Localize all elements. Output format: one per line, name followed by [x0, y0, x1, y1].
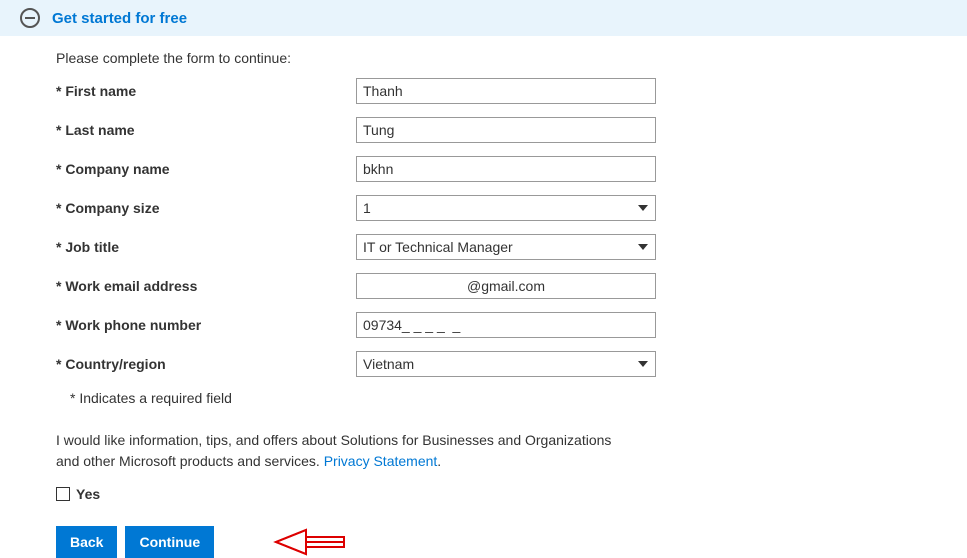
button-row: Back Continue: [56, 526, 911, 558]
select-company-size[interactable]: 1: [356, 195, 656, 221]
label-work-email: * Work email address: [56, 278, 356, 294]
label-company-size: * Company size: [56, 200, 356, 216]
row-company-name: * Company name: [56, 156, 911, 182]
input-first-name[interactable]: [356, 78, 656, 104]
input-company-name[interactable]: [356, 156, 656, 182]
minus-icon: [25, 17, 35, 19]
input-work-phone[interactable]: [356, 312, 656, 338]
consent-text: I would like information, tips, and offe…: [56, 430, 616, 472]
input-last-name[interactable]: [356, 117, 656, 143]
banner[interactable]: Get started for free: [0, 0, 967, 36]
label-job-title: * Job title: [56, 239, 356, 255]
required-note: * Indicates a required field: [70, 390, 911, 406]
input-work-email[interactable]: [356, 273, 656, 299]
back-button[interactable]: Back: [56, 526, 117, 558]
checkbox-yes[interactable]: [56, 487, 70, 501]
form-area: Please complete the form to continue: * …: [0, 36, 967, 558]
label-country: * Country/region: [56, 356, 356, 372]
row-first-name: * First name: [56, 78, 911, 104]
row-company-size: * Company size 1: [56, 195, 911, 221]
select-wrap-country: Vietnam: [356, 351, 656, 377]
checkbox-row: Yes: [56, 486, 911, 502]
collapse-icon[interactable]: [20, 8, 40, 28]
consent-text-b: .: [437, 453, 441, 469]
arrow-annotation-icon: [266, 527, 346, 557]
select-country[interactable]: Vietnam: [356, 351, 656, 377]
label-work-phone: * Work phone number: [56, 317, 356, 333]
label-company-name: * Company name: [56, 161, 356, 177]
label-first-name: * First name: [56, 83, 356, 99]
checkbox-label: Yes: [76, 486, 100, 502]
row-work-phone: * Work phone number: [56, 312, 911, 338]
row-work-email: * Work email address: [56, 273, 911, 299]
select-job-title[interactable]: IT or Technical Manager: [356, 234, 656, 260]
row-country: * Country/region Vietnam: [56, 351, 911, 377]
row-job-title: * Job title IT or Technical Manager: [56, 234, 911, 260]
select-wrap-job-title: IT or Technical Manager: [356, 234, 656, 260]
label-last-name: * Last name: [56, 122, 356, 138]
select-wrap-company-size: 1: [356, 195, 656, 221]
privacy-link[interactable]: Privacy Statement: [324, 453, 438, 469]
form-intro: Please complete the form to continue:: [56, 50, 911, 66]
banner-title: Get started for free: [52, 10, 187, 27]
continue-button[interactable]: Continue: [125, 526, 214, 558]
row-last-name: * Last name: [56, 117, 911, 143]
